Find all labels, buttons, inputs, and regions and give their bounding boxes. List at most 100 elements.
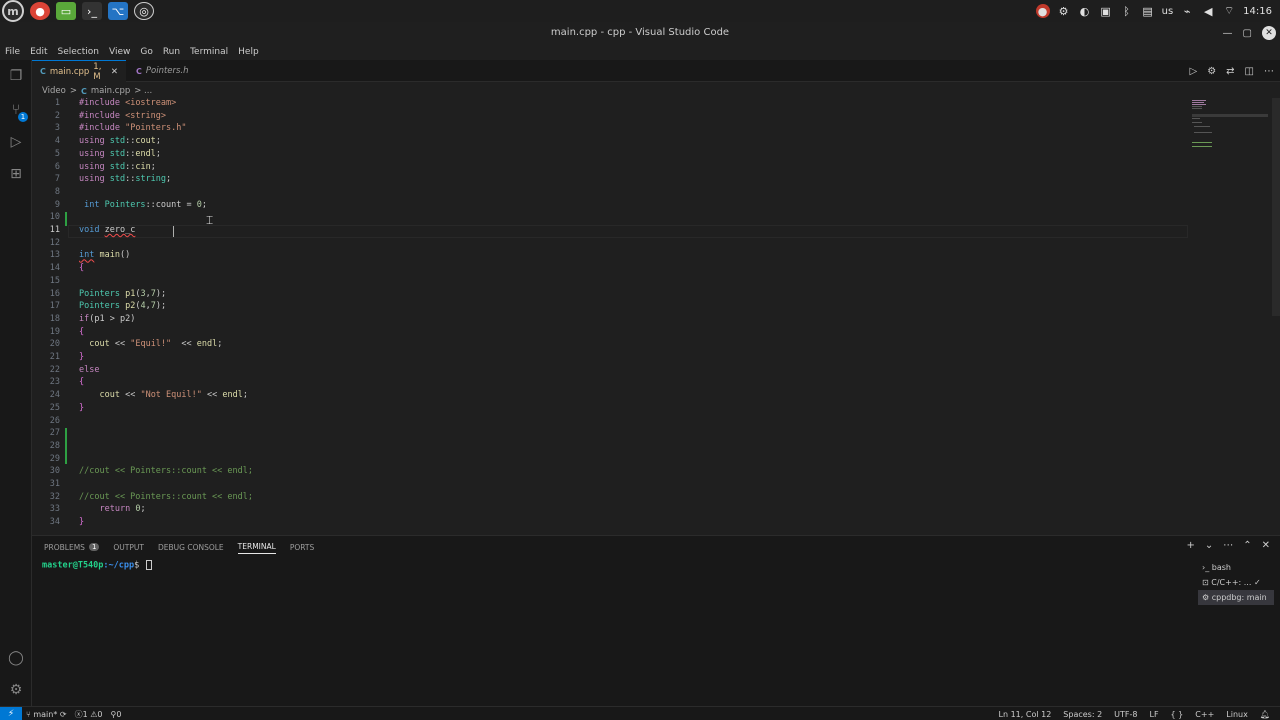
code-line-22[interactable]: else [79,365,99,375]
breadcrumb-file[interactable]: main.cpp [91,86,130,96]
code-line-18[interactable]: if(p1 > p2) [79,314,135,324]
indentation[interactable]: Spaces: 2 [1063,710,1102,719]
breadcrumb-folder[interactable]: Video [42,86,66,96]
tab-output[interactable]: OUTPUT [113,540,144,554]
terminal-icon[interactable]: ›_ [82,2,102,20]
extensions-icon[interactable]: ⊞ [6,164,26,184]
wifi-icon[interactable]: ⌔ [1222,4,1236,18]
account-icon[interactable]: ◯ [6,648,26,668]
remote-icon[interactable]: ⚡ [0,707,22,720]
code-line-33[interactable]: return 0; [79,504,145,514]
chrome-icon[interactable]: ● [30,2,50,20]
new-terminal-icon[interactable]: + [1186,540,1194,551]
code-line-11[interactable]: void zero_c [79,225,135,235]
language-mode[interactable]: C++ [1195,710,1214,719]
run-icon[interactable]: ▷ [1189,66,1197,77]
code-line-24[interactable]: cout << "Not Equil!" << endl; [79,390,247,400]
files-icon[interactable]: ▭ [56,2,76,20]
obs-icon[interactable]: ◎ [134,2,154,20]
menu-go[interactable]: Go [135,44,157,60]
code-line-13[interactable]: int main() [79,250,130,260]
settings-gear-icon[interactable]: ⚙ [6,680,26,700]
editor-scrollbar[interactable] [1272,98,1280,316]
code-line-20[interactable]: cout << "Equil!" << endl; [79,339,222,349]
code-line-32[interactable]: //cout << Pointers::count << endl; [79,492,253,502]
menu-selection[interactable]: Selection [53,44,104,60]
vscode-icon[interactable]: ⌥ [108,2,128,20]
menu-run[interactable]: Run [158,44,185,60]
terminal-item-bash[interactable]: ›_ bash [1198,560,1274,575]
menu-view[interactable]: View [104,44,135,60]
code-line-7[interactable]: using std::string; [79,174,171,184]
code-editor[interactable]: 1 2 3 4 5 6 7 8 9 10 11 12 13 14 15 16 17 18 19 20 21 22 23 24 2… [32,98,1280,534]
update-icon[interactable]: ◐ [1078,4,1092,18]
close-icon[interactable]: ✕ [1262,26,1276,40]
maximize-icon[interactable]: ▢ [1243,28,1252,39]
encoding[interactable]: UTF-8 [1114,710,1137,719]
tab-main-cpp[interactable]: C main.cpp 1, M ✕ [32,60,126,82]
debug-settings-icon[interactable]: ⚙ [1207,66,1216,77]
code-line-2[interactable]: #include <string> [79,111,166,121]
code-line-3[interactable]: #include "Pointers.h" [79,123,187,133]
close-panel-icon[interactable]: ✕ [1262,540,1270,551]
explorer-icon[interactable]: ❐ [6,66,26,86]
tab-close-icon[interactable]: ✕ [111,67,118,77]
notes-icon[interactable]: ▤ [1141,4,1155,18]
code-line-1[interactable]: #include <iostream> [79,98,176,108]
code-line-6[interactable]: using std::cin; [79,162,156,172]
menu-terminal[interactable]: Terminal [185,44,233,60]
tab-pointers-h[interactable]: C Pointers.h [128,60,208,82]
record-icon[interactable]: ● [1035,4,1050,18]
problems-status[interactable]: ⓧ1 ⚠0 [75,709,103,720]
language-braces[interactable]: { } [1171,710,1184,719]
terminal-item-cppdbg[interactable]: ⚙ cppdbg: main [1198,590,1274,605]
more-actions-icon[interactable]: ⋯ [1223,540,1233,551]
volume-icon[interactable]: ◀ [1201,4,1215,18]
bluetooth-icon[interactable]: ᛒ [1120,4,1134,18]
more-actions-icon[interactable]: ⋯ [1264,66,1274,77]
terminal-item-cpp-task[interactable]: ⊡ C/C++: ... ✓ [1198,575,1274,590]
cursor-position[interactable]: Ln 11, Col 12 [999,710,1052,719]
platform[interactable]: Linux [1226,710,1248,719]
menu-edit[interactable]: Edit [25,44,52,60]
tab-debug-console[interactable]: DEBUG CONSOLE [158,540,224,554]
power-icon[interactable]: ⌁ [1180,4,1194,18]
terminal-output[interactable]: master@T540p:~/cpp$ [42,560,153,571]
minimize-icon[interactable]: — [1223,28,1233,39]
code-line-16[interactable]: Pointers p1(3,7); [79,289,166,299]
code-line-34[interactable]: } [79,517,84,527]
tab-ports[interactable]: PORTS [290,540,314,554]
line-ending[interactable]: LF [1149,710,1158,719]
keyboard-layout[interactable]: us [1162,6,1174,17]
clock[interactable]: 14:16 [1243,6,1272,17]
code-line-17[interactable]: Pointers p2(4,7); [79,301,166,311]
code-line-4[interactable]: using std::cout; [79,136,161,146]
run-debug-icon[interactable]: ▷ [6,132,26,152]
split-editor-icon[interactable]: ◫ [1245,66,1254,77]
cpp-file-icon: C [40,67,46,76]
code-line-5[interactable]: using std::endl; [79,149,161,159]
menu-file[interactable]: File [0,44,25,60]
menu-help[interactable]: Help [233,44,264,60]
maximize-panel-icon[interactable]: ⌃ [1243,540,1251,551]
notifications-icon[interactable]: 🔔︎ [1260,710,1270,719]
minimap[interactable] [1192,98,1272,158]
code-line-9[interactable]: int Pointers::count = 0; [79,200,207,210]
code-line-21[interactable]: } [79,352,84,362]
code-line-30[interactable]: //cout << Pointers::count << endl; [79,466,253,476]
source-control-icon[interactable]: ⑂ 1 [6,100,28,122]
steam-icon[interactable]: ⚙ [1057,4,1071,18]
tab-problems[interactable]: PROBLEMS 1 [44,540,100,554]
code-line-19[interactable]: { [79,327,84,337]
code-line-23[interactable]: { [79,377,84,387]
tab-terminal[interactable]: TERMINAL [237,540,276,554]
compare-icon[interactable]: ⇄ [1226,66,1234,77]
code-line-25[interactable]: } [79,403,84,413]
network-icon[interactable]: ▣ [1099,4,1113,18]
chevron-down-icon[interactable]: ⌄ [1205,540,1213,551]
ports-status[interactable]: ⚲0 [111,710,122,719]
breadcrumb-more[interactable]: > ... [134,86,152,96]
branch-status[interactable]: ⑂ main* ⟳ [26,710,67,719]
menu-icon[interactable]: m [2,0,24,22]
code-line-14[interactable]: { [79,263,84,273]
